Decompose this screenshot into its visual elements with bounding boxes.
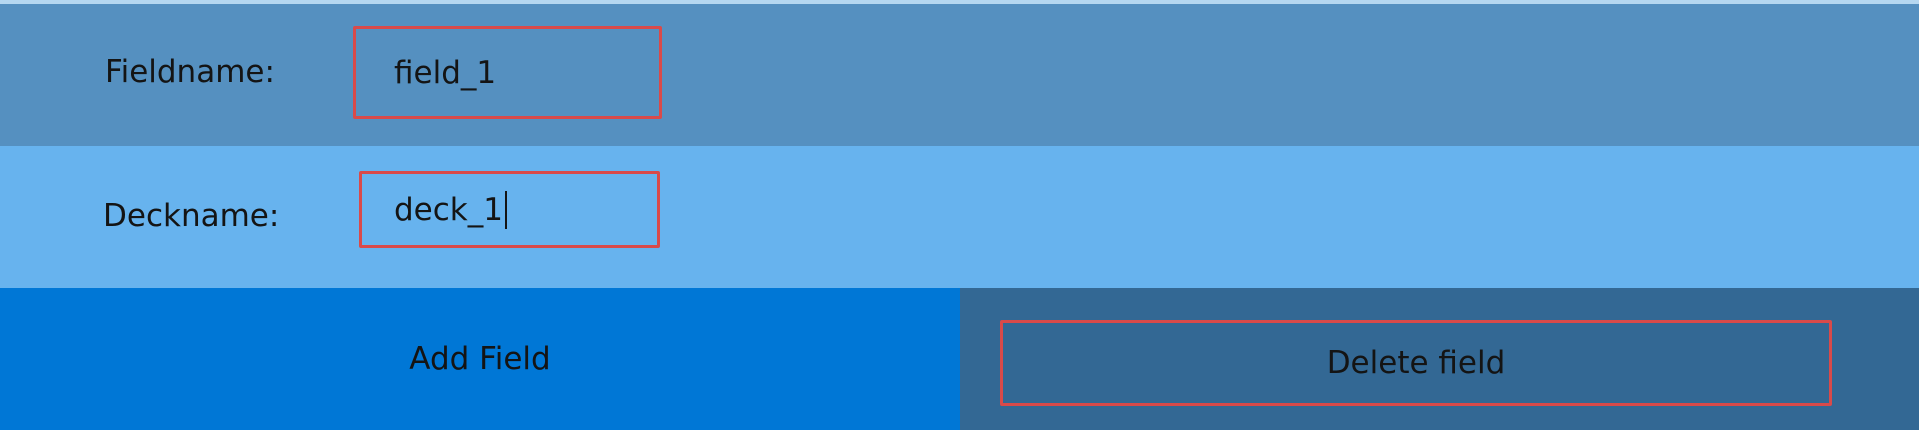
delete-field-button[interactable]: Delete field — [1000, 320, 1832, 406]
button-row: Add Field Delete field — [0, 288, 1919, 430]
add-field-button-label: Add Field — [409, 341, 551, 377]
add-field-button[interactable]: Add Field — [0, 288, 960, 430]
app-window: Fieldname: field_1 Deckname: deck_1 Add … — [0, 0, 1919, 430]
delete-field-button-label: Delete field — [1326, 345, 1506, 381]
deckname-input-value: deck_1 — [394, 191, 503, 228]
deckname-label: Deckname: — [103, 198, 280, 234]
delete-button-area: Delete field — [960, 288, 1919, 430]
fieldname-row: Fieldname: field_1 — [0, 4, 1919, 146]
text-caret — [504, 190, 507, 229]
deckname-input[interactable]: deck_1 — [359, 171, 660, 248]
fieldname-label: Fieldname: — [105, 54, 275, 90]
fieldname-input-value: field_1 — [394, 54, 497, 91]
deckname-row: Deckname: deck_1 — [0, 146, 1919, 288]
fieldname-input[interactable]: field_1 — [353, 26, 662, 119]
